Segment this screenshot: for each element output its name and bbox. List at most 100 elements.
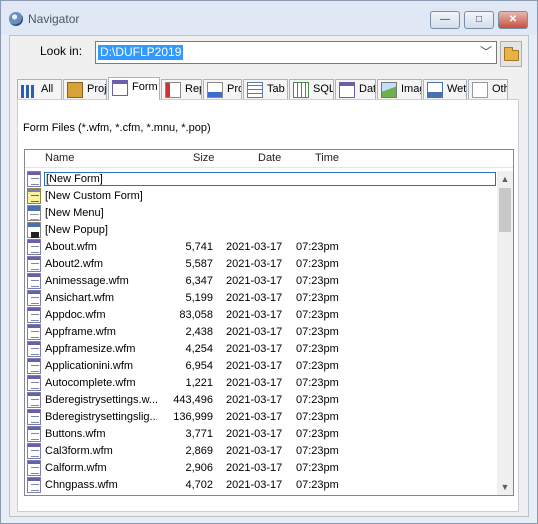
maximize-button[interactable]: □	[464, 11, 494, 29]
file-name: Animessage.wfm	[45, 275, 129, 287]
file-size: 5,587	[185, 258, 213, 270]
column-header-time[interactable]: Time	[315, 152, 339, 164]
form-file-icon	[27, 273, 41, 289]
list-item[interactable]: Appframesize.wfm 4,254 2021-03-17 07:23pm	[25, 341, 497, 358]
file-date: 2021-03-17	[226, 428, 283, 440]
file-name: About.wfm	[45, 241, 97, 253]
tab-project[interactable]: Proj	[63, 79, 107, 99]
list-item[interactable]: Ansichart.wfm 5,199 2021-03-17 07:23pm	[25, 290, 497, 307]
tab-label: Proj	[87, 83, 107, 95]
file-date: 2021-03-17	[226, 411, 283, 423]
file-size: 83,058	[179, 309, 213, 321]
list-item[interactable]: About.wfm 5,741 2021-03-17 07:23pm	[25, 239, 497, 256]
report-icon	[165, 82, 181, 98]
chevron-down-icon[interactable]: ﹀	[479, 45, 493, 60]
navigator-window: Navigator — □ ✕ Look in: D:\DUFLP2019 ﹀ …	[0, 0, 538, 524]
browse-folder-button[interactable]	[500, 41, 522, 67]
tab-label: Form	[132, 81, 158, 93]
file-size: 6,347	[185, 275, 213, 287]
file-name: Applicationini.wfm	[45, 360, 134, 372]
form-file-icon	[27, 426, 41, 442]
minimize-button[interactable]: —	[430, 11, 460, 29]
look-in-combobox[interactable]: D:\DUFLP2019 ﹀	[95, 41, 497, 64]
list-item[interactable]: Buttons.wfm 3,771 2021-03-17 07:23pm	[25, 426, 497, 443]
form-file-icon	[27, 341, 41, 357]
list-item[interactable]: Bderegistrysettingslig... 136,999 2021-03-…	[25, 409, 497, 426]
list-item[interactable]: [New Custom Form]	[25, 188, 497, 205]
form-file-icon	[27, 375, 41, 391]
file-size: 2,438	[185, 326, 213, 338]
tab-table[interactable]: Tab	[243, 79, 288, 99]
tab-report[interactable]: Rep	[161, 79, 202, 99]
file-size: 4,254	[185, 343, 213, 355]
file-time: 07:23pm	[296, 445, 339, 457]
file-name: Calform.wfm	[45, 462, 107, 474]
list-item[interactable]: Calform.wfm 2,906 2021-03-17 07:23pm	[25, 460, 497, 477]
file-date: 2021-03-17	[226, 445, 283, 457]
file-name: Appframesize.wfm	[45, 343, 136, 355]
form-file-icon	[27, 256, 41, 272]
column-header-date[interactable]: Date	[258, 152, 281, 164]
file-name: Autocomplete.wfm	[45, 377, 136, 389]
form-file-icon	[27, 409, 41, 425]
tab-datamodule[interactable]: Data	[335, 79, 376, 99]
list-item[interactable]: Chngpass.wfm 4,702 2021-03-17 07:23pm	[25, 477, 497, 494]
file-size: 4,702	[185, 479, 213, 491]
file-name: Bderegistrysettingslig...	[45, 411, 157, 423]
scroll-down-button[interactable]: ▼	[497, 479, 513, 495]
file-date: 2021-03-17	[226, 309, 283, 321]
list-item[interactable]: Bderegistrysettings.w... 443,496 2021-03-1…	[25, 392, 497, 409]
list-item[interactable]: [New Popup]	[25, 222, 497, 239]
tab-label: Othe	[492, 83, 507, 95]
list-item[interactable]: Applicationini.wfm 6,954 2021-03-17 07:23pm	[25, 358, 497, 375]
file-time: 07:23pm	[296, 309, 339, 321]
tab-sql[interactable]: SQL	[289, 79, 334, 99]
popup-file-icon	[27, 222, 41, 238]
file-date: 2021-03-17	[226, 360, 283, 372]
form-file-icon	[27, 324, 41, 340]
file-name: About2.wfm	[45, 258, 104, 270]
file-size: 5,741	[185, 241, 213, 253]
form-file-icon	[27, 239, 41, 255]
look-in-value[interactable]: D:\DUFLP2019	[98, 45, 184, 60]
scroll-up-button[interactable]: ▲	[497, 171, 513, 187]
window-title: Navigator	[28, 12, 80, 26]
file-list[interactable]: Name Size Date Time [New Form] [New Custo…	[24, 149, 514, 496]
file-time: 07:23pm	[296, 360, 339, 372]
file-time: 07:23pm	[296, 275, 339, 287]
tab-label: Prog	[227, 83, 241, 95]
file-time: 07:23pm	[296, 343, 339, 355]
list-item[interactable]: Appdoc.wfm 83,058 2021-03-17 07:23pm	[25, 307, 497, 324]
list-item[interactable]: About2.wfm 5,587 2021-03-17 07:23pm	[25, 256, 497, 273]
file-date: 2021-03-17	[226, 258, 283, 270]
tab-web[interactable]: Wet	[423, 79, 467, 99]
tab-all[interactable]: All	[17, 79, 62, 99]
list-item[interactable]: [New Form]	[25, 171, 497, 188]
list-item[interactable]: Cal3form.wfm 2,869 2021-03-17 07:23pm	[25, 443, 497, 460]
column-header-name[interactable]: Name	[45, 152, 74, 164]
tab-form[interactable]: Form	[108, 77, 160, 100]
tab-label: Wet	[447, 83, 467, 95]
title-bar[interactable]: Navigator — □ ✕	[1, 1, 537, 35]
look-in-label: Look in:	[40, 44, 83, 58]
list-item[interactable]: Animessage.wfm 6,347 2021-03-17 07:23pm	[25, 273, 497, 290]
scroll-thumb[interactable]	[499, 188, 511, 232]
folder-icon	[504, 47, 519, 61]
file-name: [New Form]	[44, 172, 496, 186]
tab-image[interactable]: Imag	[377, 79, 422, 99]
file-date: 2021-03-17	[226, 343, 283, 355]
menu-file-icon	[27, 205, 41, 221]
file-time: 07:23pm	[296, 411, 339, 423]
file-name: [New Popup]	[45, 224, 108, 236]
vertical-scrollbar[interactable]: ▲ ▼	[497, 171, 513, 495]
file-date: 2021-03-17	[226, 292, 283, 304]
tab-other[interactable]: Othe	[468, 79, 508, 99]
list-item[interactable]: [New Menu]	[25, 205, 497, 222]
close-button[interactable]: ✕	[498, 11, 528, 29]
list-item[interactable]: Autocomplete.wfm 1,221 2021-03-17 07:23pm	[25, 375, 497, 392]
file-date: 2021-03-17	[226, 326, 283, 338]
list-item[interactable]: Appframe.wfm 2,438 2021-03-17 07:23pm	[25, 324, 497, 341]
tab-program[interactable]: Prog	[203, 79, 242, 99]
file-name: Bderegistrysettings.w...	[45, 394, 157, 406]
column-header-size[interactable]: Size	[193, 152, 214, 164]
